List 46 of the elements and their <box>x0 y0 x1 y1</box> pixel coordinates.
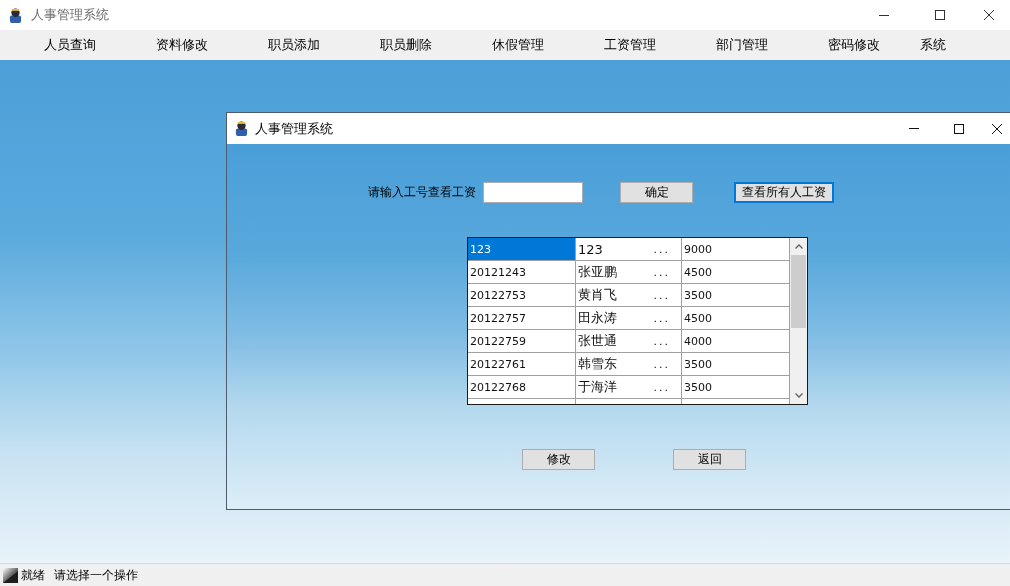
push-button[interactable]: 查看所有人工资 <box>734 182 834 203</box>
minimize-icon <box>879 14 889 16</box>
table-cell: 韩雪东 ... <box>576 353 682 376</box>
status-text: 请选择一个操作 <box>54 566 138 584</box>
menu-item[interactable]: 工资管理 <box>594 33 666 57</box>
table-cell: 田永涛 ... <box>576 307 682 330</box>
table-cell: 张亚鹏 ... <box>576 261 682 284</box>
person-icon <box>9 7 22 23</box>
menu-item[interactable]: 资料修改 <box>146 33 218 57</box>
person-icon <box>235 121 248 136</box>
maximize-icon <box>935 10 945 20</box>
input-field[interactable] <box>483 182 583 203</box>
window-title: 人事管理系统 <box>255 119 333 138</box>
table-cell[interactable]: 20122761 <box>468 353 576 376</box>
window-title: 人事管理系统 <box>31 6 109 24</box>
chevron-down-icon[interactable] <box>794 393 803 398</box>
table-cell[interactable]: 20122753 <box>468 284 576 307</box>
menu-item[interactable]: 密码修改 <box>818 33 890 57</box>
table-cell[interactable]: 20121243 <box>468 261 576 284</box>
close-icon <box>992 123 1002 134</box>
table-cell[interactable]: 20122757 <box>468 307 576 330</box>
table-cell[interactable]: 20122759 <box>468 330 576 353</box>
menu-item[interactable]: 系统 <box>910 33 956 57</box>
image-icon <box>3 567 18 583</box>
table-cell[interactable]: 20122768 <box>468 376 576 399</box>
query-label: 请输入工号查看工资 <box>367 184 476 201</box>
push-button[interactable]: 返回 <box>673 449 746 470</box>
table-cell: 张世通 ... <box>576 330 682 353</box>
scrollbar[interactable] <box>790 238 807 404</box>
table-cell: 于海洋 ... <box>576 376 682 399</box>
maximize-icon <box>953 123 964 134</box>
chevron-up-icon[interactable] <box>794 244 803 249</box>
table-cell: 123 ... <box>576 238 682 261</box>
menu-item[interactable]: 人员查询 <box>34 33 106 57</box>
menu-item[interactable]: 部门管理 <box>706 33 778 57</box>
status-text: 就绪 <box>21 566 45 584</box>
table-cell: 黄肖飞 ... <box>576 284 682 307</box>
close-icon <box>984 10 994 20</box>
menu-item[interactable]: 职员删除 <box>370 33 442 57</box>
scrollbar-thumb[interactable] <box>791 255 806 328</box>
menu-item[interactable]: 休假管理 <box>482 33 554 57</box>
menu-item[interactable]: 职员添加 <box>258 33 330 57</box>
table-cell[interactable]: 123 <box>468 238 576 261</box>
push-button[interactable]: 修改 <box>522 449 595 470</box>
push-button[interactable]: 确定 <box>620 182 693 203</box>
minimize-icon <box>908 128 919 129</box>
